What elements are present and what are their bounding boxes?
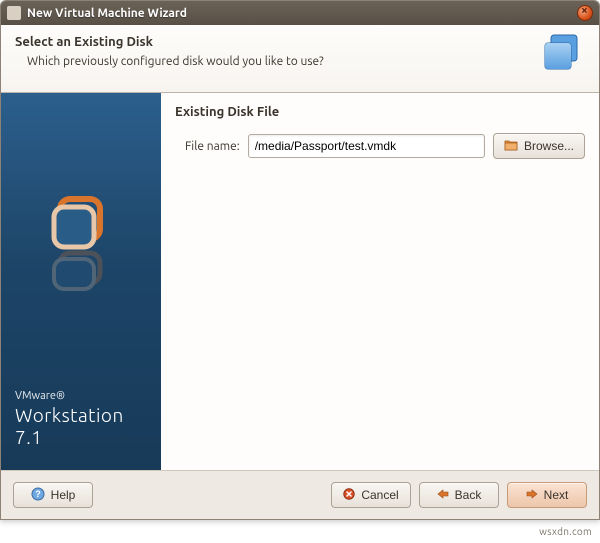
cancel-label: Cancel <box>361 488 398 502</box>
help-label: Help <box>51 488 76 502</box>
back-button[interactable]: Back <box>419 482 499 508</box>
arrow-left-icon <box>437 488 449 502</box>
folder-icon <box>504 139 518 154</box>
back-label: Back <box>455 488 482 502</box>
file-row: File name: Browse... <box>185 133 585 159</box>
wizard-footer: ? Help Cancel Back Next <box>1 471 599 519</box>
next-button[interactable]: Next <box>507 482 587 508</box>
header-title: Select an Existing Disk <box>15 35 585 49</box>
browse-button[interactable]: Browse... <box>493 133 585 159</box>
sidebar-branding: VMware® Workstation 7.1 <box>1 93 161 470</box>
window-title: New Virtual Machine Wizard <box>27 7 577 20</box>
wizard-content: VMware® Workstation 7.1 Existing Disk Fi… <box>1 93 599 471</box>
browse-label: Browse... <box>524 139 574 153</box>
main-panel: Existing Disk File File name: Browse... <box>161 93 599 470</box>
watermark: wsxdn.com <box>539 526 592 537</box>
file-name-input[interactable] <box>248 134 485 158</box>
arrow-right-icon <box>526 488 538 502</box>
brand-vmware-label: VMware® <box>15 390 147 402</box>
help-icon: ? <box>31 487 45 504</box>
wizard-window: New Virtual Machine Wizard Select an Exi… <box>0 0 600 520</box>
cancel-icon <box>343 488 355 503</box>
header-subtitle: Which previously configured disk would y… <box>27 55 585 68</box>
svg-text:?: ? <box>35 489 41 499</box>
brand-text: VMware® Workstation 7.1 <box>1 390 161 470</box>
file-name-label: File name: <box>185 140 240 153</box>
disk-stack-icon <box>541 31 587 81</box>
app-icon <box>7 6 21 20</box>
vmware-logo-icon <box>1 93 161 390</box>
help-button[interactable]: ? Help <box>13 482 93 508</box>
section-title: Existing Disk File <box>175 105 585 119</box>
close-icon[interactable] <box>577 5 593 21</box>
titlebar[interactable]: New Virtual Machine Wizard <box>1 1 599 25</box>
wizard-header: Select an Existing Disk Which previously… <box>1 25 599 93</box>
next-label: Next <box>544 488 569 502</box>
brand-product-label: Workstation 7.1 <box>15 404 147 448</box>
cancel-button[interactable]: Cancel <box>331 482 411 508</box>
